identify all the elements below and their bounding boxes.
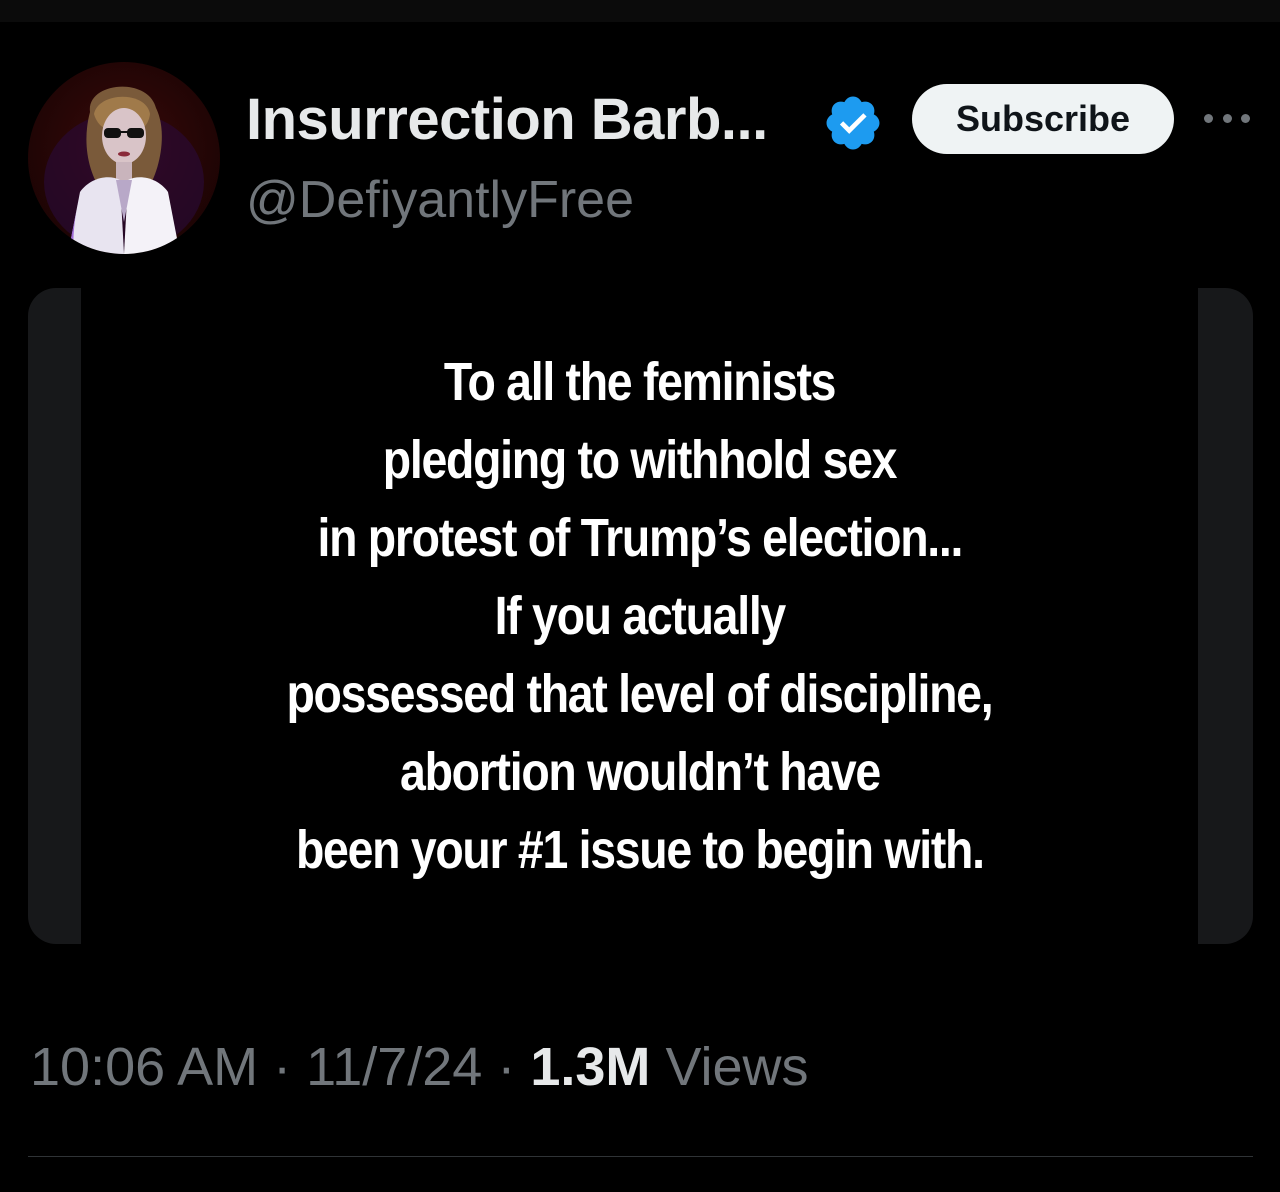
top-bar — [0, 0, 1280, 22]
post-time[interactable]: 10:06 AM — [30, 1037, 258, 1097]
more-dot — [1222, 113, 1232, 123]
post-metadata: 10:06 AM · 11/7/24 · 1.3M Views — [30, 1036, 809, 1098]
more-horizontal-icon[interactable] — [1204, 104, 1250, 132]
post-media-card[interactable]: To all the feminists pledging to withhol… — [28, 288, 1253, 944]
meta-separator: · — [497, 1037, 516, 1097]
views-count[interactable]: 1.3M — [530, 1037, 650, 1097]
image-text-line: been your #1 issue to begin with. — [295, 820, 985, 880]
subscribe-button[interactable]: Subscribe — [912, 84, 1174, 154]
image-text-line: To all the feminists — [443, 352, 837, 412]
image-text-line: pledging to withhold sex — [382, 430, 898, 490]
verified-badge-icon — [826, 96, 880, 150]
views-label: Views — [665, 1037, 809, 1097]
more-dot — [1241, 113, 1250, 123]
author-handle[interactable]: @DefiyantlyFree — [246, 170, 634, 230]
post-image[interactable]: To all the feminists pledging to withhol… — [81, 288, 1198, 944]
avatar[interactable] — [28, 62, 220, 254]
meta-separator: · — [273, 1037, 292, 1097]
post-date[interactable]: 11/7/24 — [306, 1037, 482, 1097]
avatar-image — [44, 86, 204, 254]
image-text-line: If you actually — [494, 586, 786, 646]
image-text-line: in protest of Trump’s election... — [317, 508, 963, 568]
image-text-line: abortion wouldn’t have — [399, 742, 881, 802]
image-text-line: possessed that level of discipline, — [286, 664, 994, 724]
author-display-name[interactable]: Insurrection Barb... — [246, 86, 768, 153]
divider — [28, 1156, 1253, 1157]
more-dot — [1204, 113, 1213, 123]
